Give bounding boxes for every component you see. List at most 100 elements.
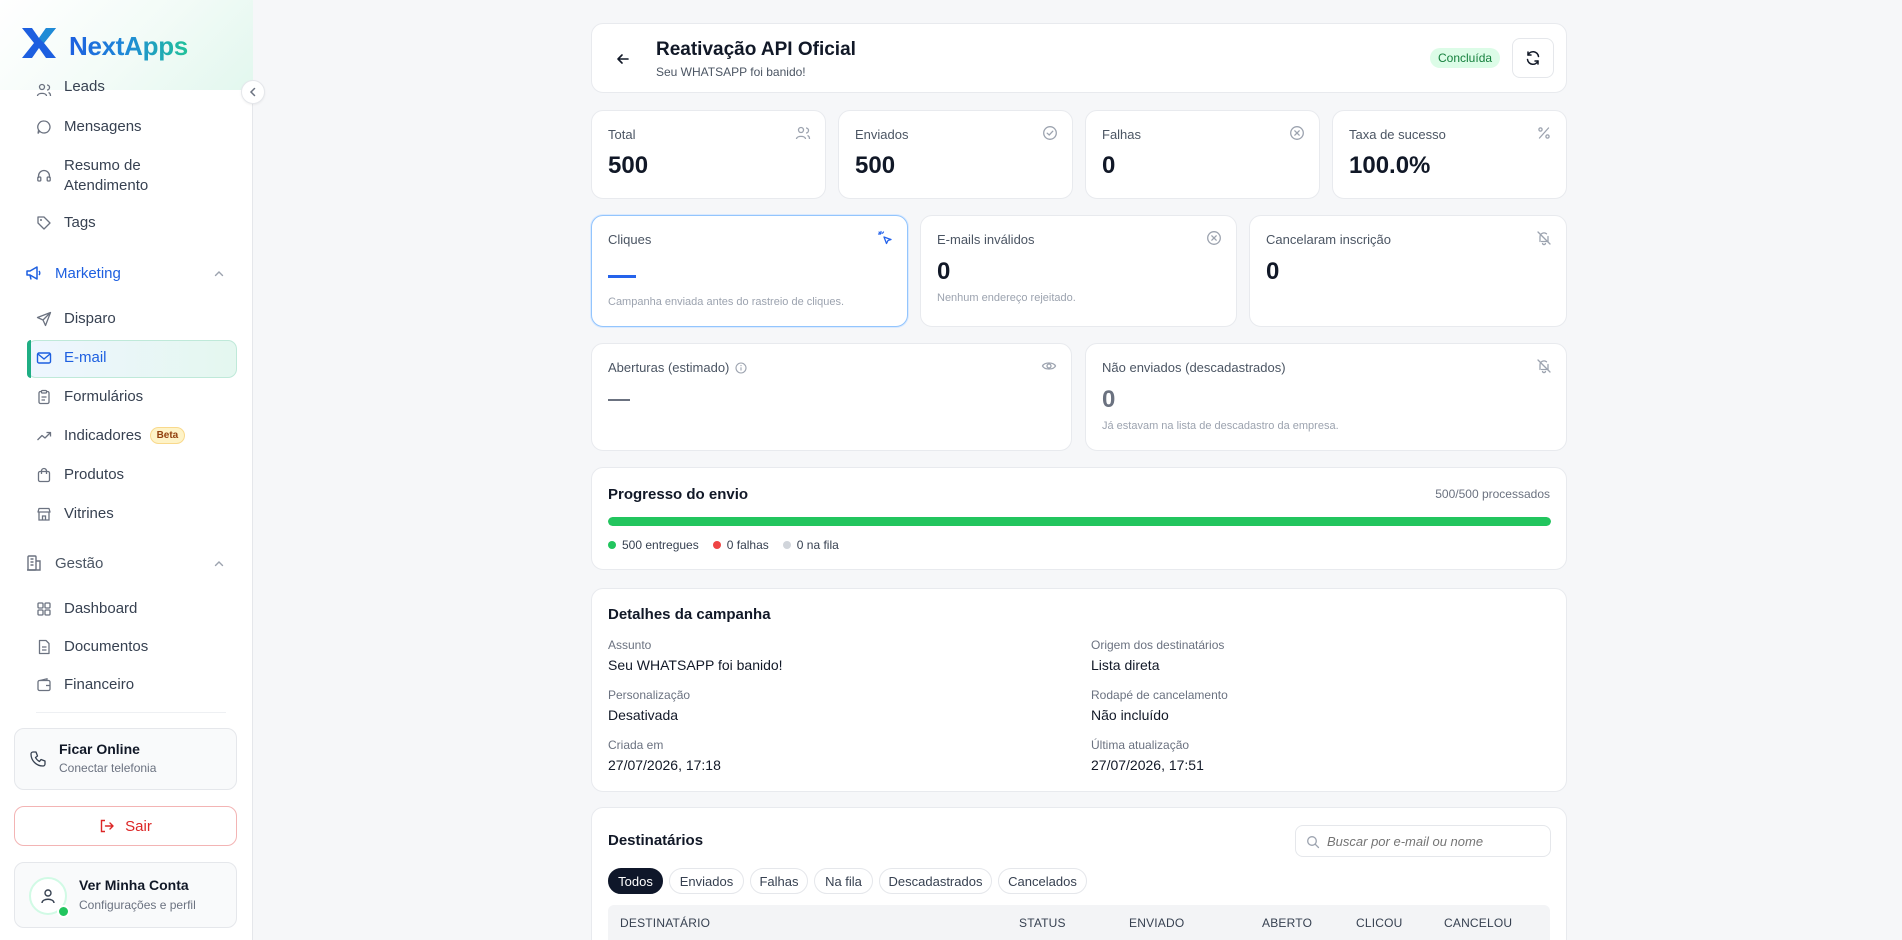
detail-value-origin: Lista direta — [1091, 657, 1160, 673]
detail-label-personalization: Personalização — [608, 688, 691, 702]
stat-label: Total — [608, 127, 636, 142]
sidebar-item-label: E-mail — [64, 349, 107, 366]
campaign-header: Reativação API Oficial Seu WHATSAPP foi … — [591, 23, 1567, 93]
metric-note: Nenhum endereço rejeitado. — [937, 292, 1076, 304]
stat-card-success-rate: Taxa de sucesso 100.0% — [1332, 110, 1567, 199]
mail-icon — [36, 351, 52, 364]
filter-chip-all[interactable]: Todos — [608, 868, 663, 894]
sidebar-item-mensagens[interactable]: Mensagens — [36, 118, 142, 135]
collapse-sidebar-button[interactable] — [241, 80, 265, 104]
detail-value-created: 27/07/2026, 17:18 — [608, 757, 721, 773]
detail-label-subject: Assunto — [608, 638, 652, 652]
filter-chip-queued[interactable]: Na fila — [814, 868, 873, 894]
stat-value: 500 — [608, 152, 649, 179]
filter-chip-sent[interactable]: Enviados — [669, 868, 744, 894]
column-header-opened[interactable]: ABERTO — [1262, 916, 1312, 930]
info-icon[interactable] — [735, 362, 747, 374]
sidebar-item-financeiro[interactable]: Financeiro — [36, 676, 134, 693]
document-icon — [38, 639, 50, 654]
sidebar-item-disparo[interactable]: Disparo — [36, 310, 116, 327]
tag-icon — [37, 215, 51, 230]
back-button[interactable] — [612, 48, 634, 70]
metric-card-clicks[interactable]: Cliques Campanha enviada antes do rastre… — [591, 215, 908, 327]
eye-icon — [1041, 362, 1057, 370]
cursor-click-icon — [877, 230, 892, 245]
column-header-cancelled[interactable]: CANCELOU — [1444, 916, 1512, 930]
sidebar-item-label: Resumo de Atendimento — [64, 157, 149, 194]
refresh-button[interactable] — [1512, 38, 1554, 78]
stat-label: Taxa de sucesso — [1349, 127, 1446, 142]
arrow-left-icon — [617, 54, 629, 64]
sidebar-item-label: Tags — [64, 214, 96, 231]
phone-icon — [30, 751, 46, 767]
empty-value-dash — [608, 399, 630, 401]
bag-icon — [37, 467, 51, 482]
progress-legend: 500 entregues 0 falhas 0 na fila — [608, 538, 839, 552]
column-header-recipient[interactable]: DESTINATÁRIO — [620, 916, 710, 930]
stat-label: Enviados — [855, 127, 909, 142]
sidebar-item-label: Vitrines — [64, 505, 114, 522]
filter-chip-cancelled[interactable]: Cancelados — [998, 868, 1087, 894]
beta-badge: Beta — [149, 427, 186, 444]
column-header-sent[interactable]: ENVIADO — [1129, 916, 1184, 930]
users-icon — [36, 83, 52, 97]
filter-chip-failed[interactable]: Falhas — [750, 868, 808, 894]
logout-button[interactable]: Sair — [14, 806, 237, 846]
logout-icon — [100, 819, 114, 833]
divider — [36, 712, 226, 713]
legend-failed: 0 falhas — [712, 538, 769, 552]
metric-value: 0 — [1102, 386, 1116, 413]
metric-note: Já estavam na lista de descadastro da em… — [1102, 420, 1339, 432]
sidebar: NextApps Leads Mensagens Resumo de Atend… — [0, 0, 265, 940]
progress-count: 500/500 processados — [1435, 487, 1550, 501]
sidebar-item-documentos[interactable]: Documentos — [36, 638, 148, 655]
stat-value: 0 — [1102, 152, 1116, 179]
sidebar-item-indicadores[interactable]: Indicadores Beta — [36, 427, 186, 444]
sidebar-item-leads[interactable]: Leads — [36, 80, 105, 100]
account-title: Ver Minha Conta — [79, 877, 189, 893]
search-input[interactable] — [1327, 831, 1542, 851]
sidebar-item-email-content[interactable]: E-mail — [36, 349, 107, 366]
logout-label: Sair — [125, 817, 152, 835]
sidebar-item-dashboard[interactable]: Dashboard — [36, 600, 137, 617]
sidebar-item-formularios[interactable]: Formulários — [36, 388, 143, 405]
detail-value-subject: Seu WHATSAPP foi banido! — [608, 657, 783, 673]
empty-value-dash — [608, 275, 636, 278]
column-header-clicked[interactable]: CLICOU — [1356, 916, 1403, 930]
account-card[interactable]: Ver Minha Conta Configurações e perfil — [14, 862, 237, 928]
metric-value: 0 — [1266, 258, 1280, 285]
chevron-left-icon — [249, 87, 256, 97]
check-circle-icon — [1043, 126, 1057, 140]
recipients-search[interactable] — [1295, 825, 1551, 857]
legend-delivered: 500 entregues — [608, 538, 699, 552]
x-circle-icon — [1207, 231, 1221, 245]
sidebar-item-resumo-atendimento[interactable]: Resumo de Atendimento — [36, 156, 174, 196]
metric-label: Não enviados (descadastrados) — [1102, 360, 1286, 375]
metric-label: Cliques — [608, 232, 652, 247]
sidebar-section-gestao[interactable]: Gestão — [25, 554, 225, 572]
online-status-dot — [57, 905, 70, 918]
sidebar-item-label: Disparo — [64, 310, 116, 327]
recipients-title: Destinatários — [608, 832, 704, 849]
building-icon — [27, 555, 41, 571]
filter-chip-unsubscribed[interactable]: Descadastrados — [879, 868, 992, 894]
metric-card-opens: Aberturas (estimado) — [591, 343, 1072, 451]
user-icon — [41, 889, 55, 904]
go-online-card[interactable]: Ficar Online Conectar telefonia — [14, 728, 237, 790]
detail-label-origin: Origem dos destinatários — [1091, 638, 1225, 652]
page-title: Reativação API Oficial — [656, 39, 856, 60]
sidebar-item-tags[interactable]: Tags — [36, 214, 96, 231]
column-header-status[interactable]: STATUS — [1019, 916, 1066, 930]
users-icon — [795, 126, 811, 140]
account-subtitle: Configurações e perfil — [79, 898, 196, 912]
detail-label-created: Criada em — [608, 738, 664, 752]
sidebar-item-vitrines[interactable]: Vitrines — [36, 505, 114, 522]
sidebar-item-label: Mensagens — [64, 118, 142, 135]
campaign-details-card: Detalhes da campanha Assunto Seu WHATSAP… — [591, 588, 1567, 792]
stat-card-failed: Falhas 0 — [1085, 110, 1320, 199]
sidebar-item-produtos[interactable]: Produtos — [36, 466, 124, 483]
sidebar-section-marketing[interactable]: Marketing — [25, 264, 225, 282]
detail-value-personalization: Desativada — [608, 707, 679, 723]
chevron-up-icon — [214, 271, 224, 277]
page-subtitle: Seu WHATSAPP foi banido! — [656, 65, 806, 79]
